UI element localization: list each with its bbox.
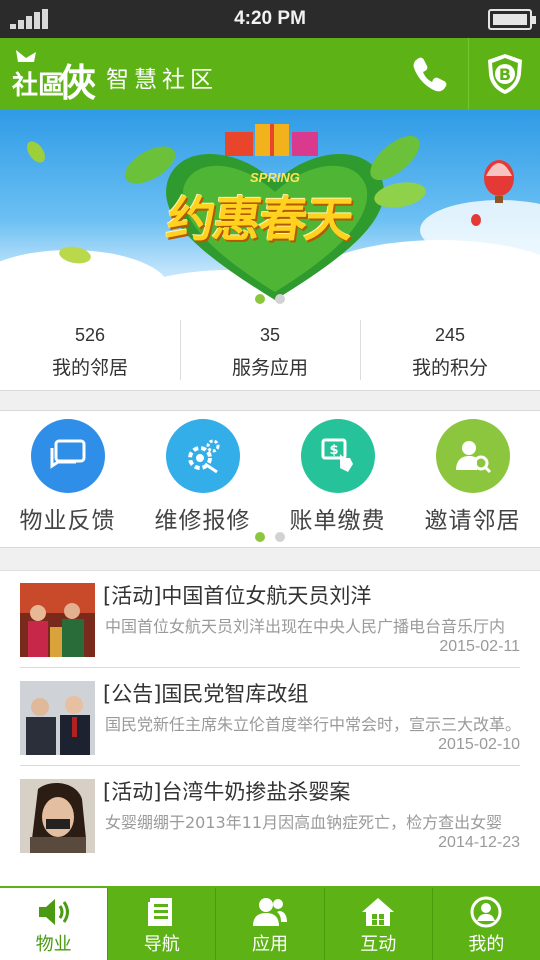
news-summary: 中国首位女航天员刘洋出现在中央人民广播电台音乐厅内 xyxy=(105,617,506,636)
stat-value: 35 xyxy=(259,325,281,345)
svg-text:社區: 社區 xyxy=(12,70,64,101)
service-label: 维修报修 xyxy=(154,508,251,534)
news-title: [公告]国民党智库改组 xyxy=(103,682,309,706)
stat-neighbors[interactable]: 526 我的邻居 xyxy=(0,310,180,390)
battery-icon xyxy=(488,9,536,30)
service-label: 物业反馈 xyxy=(19,508,116,534)
svg-text:俠: 俠 xyxy=(57,61,96,102)
news-thumbnail xyxy=(20,583,95,657)
stats-row: 526 我的邻居 35 服务应用 245 我的积分 xyxy=(0,310,540,391)
stat-label: 服务应用 xyxy=(231,357,308,379)
people-icon xyxy=(216,888,323,928)
service-label: 邀请邻居 xyxy=(424,508,521,534)
tab-navigation[interactable]: 导航 xyxy=(107,888,215,960)
status-bar: 4:20 PM xyxy=(0,0,540,38)
service-property-feedback[interactable]: 物业反馈 xyxy=(0,411,135,547)
svg-text:B: B xyxy=(498,65,510,84)
news-item[interactable]: [活动]中国首位女航天员刘洋 中国首位女航天员刘洋出现在中央人民广播电台音乐厅内… xyxy=(20,571,520,668)
news-title: [活动]台湾牛奶掺盐杀婴案 xyxy=(103,780,351,804)
stat-points[interactable]: 245 我的积分 xyxy=(360,310,540,390)
invite-neighbor-icon xyxy=(435,419,510,493)
tab-mine[interactable]: 我的 xyxy=(431,888,540,960)
speaker-icon xyxy=(0,888,107,928)
brand-logo[interactable]: 社區 俠 xyxy=(12,46,96,102)
stat-label: 我的邻居 xyxy=(51,357,128,379)
news-thumbnail xyxy=(20,681,95,755)
pager-dot-active[interactable] xyxy=(255,532,265,542)
svg-text:$: $ xyxy=(329,443,338,458)
shield-bitcoin-icon: B xyxy=(487,54,522,94)
feedback-chat-icon xyxy=(30,419,105,493)
pager-dot[interactable] xyxy=(275,294,285,304)
news-list: [活动]中国首位女航天员刘洋 中国首位女航天员刘洋出现在中央人民广播电台音乐厅内… xyxy=(0,570,540,866)
user-icon xyxy=(433,888,540,928)
service-invite-neighbor[interactable]: 邀请邻居 xyxy=(405,411,540,547)
stat-value: 245 xyxy=(434,325,466,345)
bill-payment-icon: $ xyxy=(300,419,375,493)
section-divider xyxy=(0,548,540,570)
news-date: 2015-02-10 xyxy=(438,736,520,753)
tab-property[interactable]: 物业 xyxy=(0,888,108,960)
tab-label: 互动 xyxy=(360,934,397,955)
service-grid: 物业反馈 维修报修 $ 账单缴费 邀请邻居 xyxy=(0,411,540,548)
news-date: 2014-12-23 xyxy=(438,834,520,851)
tab-label: 我的 xyxy=(468,934,505,955)
promo-banner[interactable]: SPRING 约惠春天 xyxy=(0,110,540,310)
banner-headline: 约惠春天 xyxy=(163,192,356,248)
tab-apps[interactable]: 应用 xyxy=(215,888,323,960)
section-divider xyxy=(0,391,540,411)
news-title: [活动]中国首位女航天员刘洋 xyxy=(103,584,372,608)
news-summary: 女婴绷绷于2013年11月因高血钠症死亡，检方查出女婴 xyxy=(105,813,503,832)
service-label: 账单缴费 xyxy=(289,508,386,534)
phone-icon xyxy=(413,57,447,92)
tab-label: 物业 xyxy=(35,934,72,955)
service-pager xyxy=(0,532,540,542)
status-time: 4:20 PM xyxy=(234,8,306,29)
stat-value: 526 xyxy=(74,325,106,345)
app-header: 社區 俠 智慧社区 B xyxy=(0,38,540,110)
news-thumbnail xyxy=(20,779,95,853)
stat-label: 我的积分 xyxy=(411,357,488,379)
service-repair[interactable]: 维修报修 xyxy=(135,411,270,547)
repair-gears-icon xyxy=(165,419,240,493)
tab-label: 应用 xyxy=(252,934,288,955)
document-icon xyxy=(108,888,215,928)
news-item[interactable]: [活动]台湾牛奶掺盐杀婴案 女婴绷绷于2013年11月因高血钠症死亡，检方查出女… xyxy=(20,767,520,864)
banner-pager xyxy=(0,294,540,304)
service-bill-payment[interactable]: $ 账单缴费 xyxy=(270,411,405,547)
news-item[interactable]: [公告]国民党智库改组 国民党新任主席朱立伦首度举行中常会时，宣示三大改革。 2… xyxy=(20,669,522,766)
pager-dot[interactable] xyxy=(275,532,285,542)
tab-label: 导航 xyxy=(143,934,180,955)
news-date: 2015-02-11 xyxy=(439,638,520,655)
tab-interaction[interactable]: 互动 xyxy=(323,888,432,960)
home-icon xyxy=(325,888,432,928)
security-button[interactable]: B xyxy=(468,38,540,110)
bottom-tab-bar: 物业 导航 应用 互动 我的 xyxy=(0,886,540,960)
app-slogan: 智慧社区 xyxy=(106,67,218,93)
stat-services[interactable]: 35 服务应用 xyxy=(180,310,360,390)
call-button[interactable] xyxy=(394,38,466,110)
news-summary: 国民党新任主席朱立伦首度举行中常会时，宣示三大改革。 xyxy=(105,715,522,734)
pager-dot-active[interactable] xyxy=(255,294,265,304)
brand-logo-mark: 社區 俠 xyxy=(12,50,96,102)
